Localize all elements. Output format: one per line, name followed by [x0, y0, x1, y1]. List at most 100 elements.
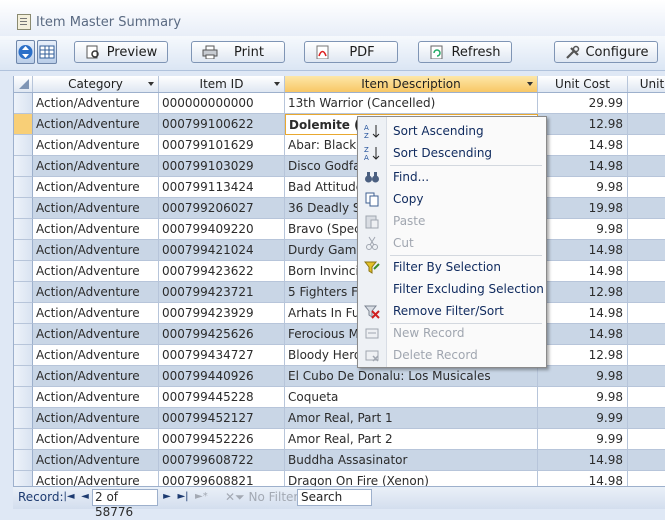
- cell-unit-price[interactable]: [628, 93, 665, 114]
- column-header-unit-cost[interactable]: Unit Cost: [538, 76, 628, 92]
- menu-item-new-record[interactable]: New Record: [358, 322, 546, 344]
- cell-category[interactable]: Action/Adventure: [33, 177, 159, 198]
- cell-item-id[interactable]: 000799608821: [159, 471, 285, 486]
- cell-desc[interactable]: Amor Real, Part 2: [285, 429, 538, 450]
- cell-item-id[interactable]: 000799445228: [159, 387, 285, 408]
- menu-item-filter-by-selection[interactable]: Filter By Selection: [358, 256, 546, 278]
- cell-item-id[interactable]: 000799101629: [159, 135, 285, 156]
- cell-desc[interactable]: El Cubo De Donalu: Los Musicales: [285, 366, 538, 387]
- record-selector[interactable]: [14, 450, 33, 471]
- last-record-icon[interactable]: ►|: [177, 491, 189, 503]
- cell-category[interactable]: Action/Adventure: [33, 240, 159, 261]
- record-selector[interactable]: [14, 471, 33, 486]
- table-row[interactable]: Action/Adventure 000799103029 Disco Godfat…: [14, 156, 665, 177]
- cell-unit-price[interactable]: [628, 135, 665, 156]
- cell-item-id[interactable]: 000799434727: [159, 345, 285, 366]
- search-field[interactable]: Search: [297, 489, 372, 506]
- cell-unit-price[interactable]: [628, 156, 665, 177]
- next-record-icon[interactable]: ►: [161, 491, 173, 503]
- record-selector[interactable]: [14, 93, 33, 114]
- select-all-corner[interactable]: [14, 76, 33, 92]
- table-row[interactable]: Action/Adventure 000799100622 Dolemite (Sp…: [14, 114, 665, 135]
- cell-item-id[interactable]: 000799452127: [159, 408, 285, 429]
- cell-item-id[interactable]: 000799440926: [159, 366, 285, 387]
- cell-desc[interactable]: Dragon On Fire (Xenon): [285, 471, 538, 486]
- cell-item-id[interactable]: 000799608722: [159, 450, 285, 471]
- column-header-item-id[interactable]: Item ID: [159, 76, 285, 92]
- cell-unit-price[interactable]: [628, 408, 665, 429]
- menu-item-filter-excluding-selection[interactable]: Filter Excluding Selection: [358, 278, 546, 300]
- cell-category[interactable]: Action/Adventure: [33, 114, 159, 135]
- cell-item-id[interactable]: 000799409220: [159, 219, 285, 240]
- record-selector[interactable]: [14, 324, 33, 345]
- cell-category[interactable]: Action/Adventure: [33, 345, 159, 366]
- cell-unit-price[interactable]: [628, 219, 665, 240]
- sort-toggle-button[interactable]: [16, 40, 35, 64]
- record-selector[interactable]: [14, 156, 33, 177]
- configure-button[interactable]: Configure: [554, 41, 658, 63]
- menu-item-paste[interactable]: Paste: [358, 210, 546, 232]
- record-selector[interactable]: [14, 282, 33, 303]
- cell-category[interactable]: Action/Adventure: [33, 324, 159, 345]
- dropdown-arrow-icon[interactable]: [527, 82, 533, 86]
- cell-unit-price[interactable]: [628, 177, 665, 198]
- record-selector[interactable]: [14, 345, 33, 366]
- preview-button[interactable]: Preview: [74, 41, 168, 63]
- record-selector[interactable]: [14, 387, 33, 408]
- table-row[interactable]: Action/Adventure 000799452226 Amor Real, P…: [14, 429, 665, 450]
- table-row[interactable]: Action/Adventure 000799434727 Bloody Hero 1…: [14, 345, 665, 366]
- cell-item-id[interactable]: 000799100622: [159, 114, 285, 135]
- cell-desc[interactable]: Buddha Assasinator: [285, 450, 538, 471]
- pdf-button[interactable]: PDF: [304, 41, 398, 63]
- cell-unit-price[interactable]: [628, 387, 665, 408]
- cell-category[interactable]: Action/Adventure: [33, 156, 159, 177]
- cell-cost[interactable]: 29.99: [538, 93, 628, 114]
- table-row[interactable]: Action/Adventure 000799608722 Buddha Assas…: [14, 450, 665, 471]
- record-selector[interactable]: [14, 240, 33, 261]
- cell-unit-price[interactable]: [628, 345, 665, 366]
- table-row[interactable]: Action/Adventure 000799101629 Abar: Black …: [14, 135, 665, 156]
- table-row[interactable]: Action/Adventure 000799440926 El Cubo De D…: [14, 366, 665, 387]
- print-button[interactable]: Print: [191, 41, 285, 63]
- table-row[interactable]: Action/Adventure 000799409220 Bravo (Speci…: [14, 219, 665, 240]
- cell-item-id[interactable]: 000799425626: [159, 324, 285, 345]
- dropdown-arrow-icon[interactable]: [274, 82, 280, 86]
- previous-record-icon[interactable]: ◄: [79, 491, 91, 503]
- cell-item-id[interactable]: 000799103029: [159, 156, 285, 177]
- record-selector[interactable]: [14, 219, 33, 240]
- new-record-nav-icon[interactable]: ►*: [195, 491, 208, 503]
- table-row[interactable]: Action/Adventure 000799608821 Dragon On Fi…: [14, 471, 665, 486]
- cell-category[interactable]: Action/Adventure: [33, 219, 159, 240]
- cell-cost[interactable]: 14.98: [538, 261, 628, 282]
- record-selector[interactable]: [14, 303, 33, 324]
- cell-desc[interactable]: Amor Real, Part 1: [285, 408, 538, 429]
- cell-cost[interactable]: 14.98: [538, 471, 628, 486]
- table-row[interactable]: Action/Adventure 000000000000 13th Warrior…: [14, 93, 665, 114]
- menu-item-remove-filter-sort[interactable]: Remove Filter/Sort: [358, 300, 546, 322]
- menu-item-sort-ascending[interactable]: AZ Sort Ascending: [358, 120, 546, 142]
- record-selector[interactable]: [14, 429, 33, 450]
- column-header-item-description[interactable]: Item Description: [285, 76, 538, 92]
- cell-cost[interactable]: 14.98: [538, 303, 628, 324]
- menu-item-copy[interactable]: Copy: [358, 188, 546, 210]
- record-position-field[interactable]: 2 of 58776: [92, 489, 158, 519]
- cell-item-id[interactable]: 000799423929: [159, 303, 285, 324]
- no-filter-indicator[interactable]: ✕⏷ No Filter: [225, 490, 298, 505]
- cell-item-id[interactable]: 000799423622: [159, 261, 285, 282]
- column-header-category[interactable]: Category: [33, 76, 159, 92]
- menu-item-delete-record[interactable]: Delete Record: [358, 344, 546, 366]
- cell-unit-price[interactable]: [628, 261, 665, 282]
- cell-category[interactable]: Action/Adventure: [33, 135, 159, 156]
- cell-item-id[interactable]: 000799423721: [159, 282, 285, 303]
- cell-unit-price[interactable]: [628, 450, 665, 471]
- cell-category[interactable]: Action/Adventure: [33, 450, 159, 471]
- cell-category[interactable]: Action/Adventure: [33, 261, 159, 282]
- table-row[interactable]: Action/Adventure 000799423721 5 Fighters F…: [14, 282, 665, 303]
- table-row[interactable]: Action/Adventure 000799423622 Born Invinci…: [14, 261, 665, 282]
- dropdown-arrow-icon[interactable]: [148, 82, 154, 86]
- cell-category[interactable]: Action/Adventure: [33, 387, 159, 408]
- cell-cost[interactable]: 14.98: [538, 324, 628, 345]
- cell-item-id[interactable]: 000799113424: [159, 177, 285, 198]
- record-selector[interactable]: [14, 114, 33, 135]
- cell-desc[interactable]: Coqueta: [285, 387, 538, 408]
